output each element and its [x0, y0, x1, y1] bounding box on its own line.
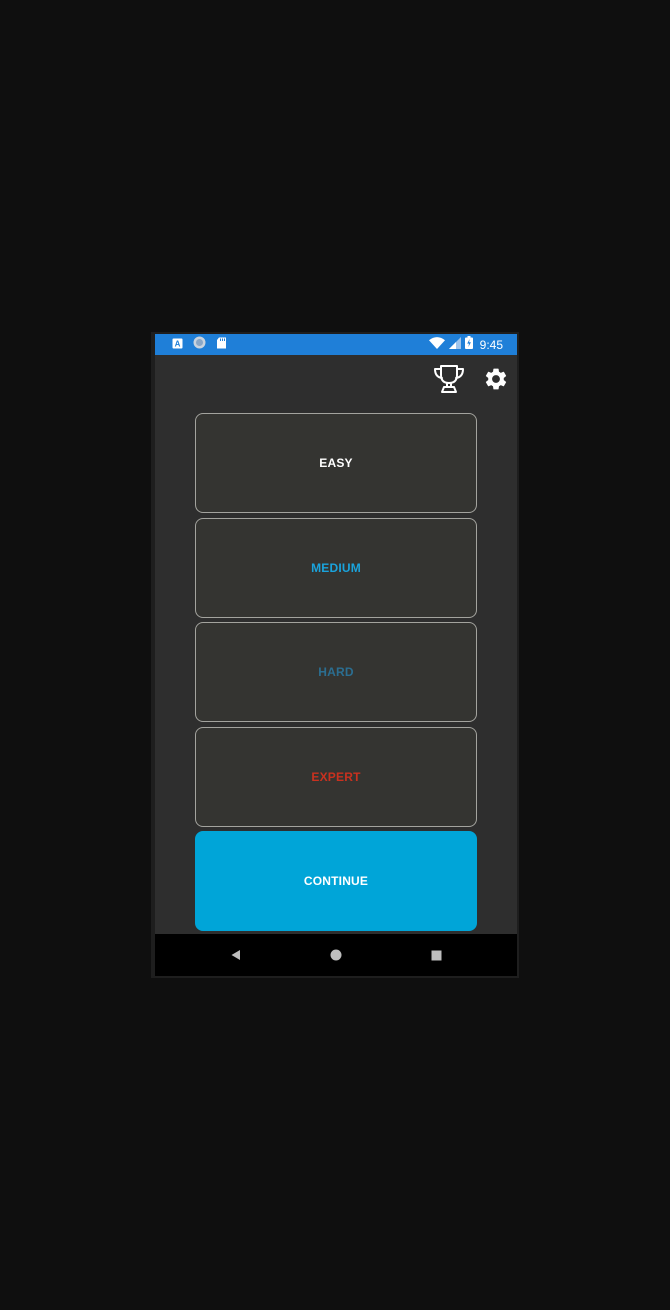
sd-card-icon [216, 336, 227, 354]
status-time: 9:45 [479, 337, 503, 352]
hard-label: HARD [318, 665, 354, 679]
status-system: 9:45 [428, 335, 517, 354]
easy-label: EASY [319, 456, 353, 470]
back-icon[interactable] [186, 934, 286, 976]
medium-label: MEDIUM [311, 560, 361, 575]
home-icon[interactable] [286, 934, 386, 976]
continue-label: CONTINUE [303, 874, 369, 888]
difficulty-list: EASY MEDIUM HARD EXPERT CONTINUE [195, 413, 477, 936]
difficulty-expert-button[interactable]: EXPERT [195, 726, 477, 827]
recents-icon[interactable] [386, 934, 486, 976]
difficulty-medium-button[interactable]: MEDIUM [195, 517, 477, 618]
wifi-icon [428, 336, 445, 354]
svg-text:A: A [175, 339, 181, 348]
navigation-bar [155, 934, 517, 976]
trophy-icon[interactable] [433, 363, 465, 395]
difficulty-easy-button[interactable]: EASY [195, 413, 477, 513]
circle-notification-icon [193, 336, 206, 354]
difficulty-hard-button[interactable]: HARD [195, 622, 477, 722]
continue-button[interactable]: CONTINUE [195, 831, 477, 931]
battery-charging-icon [464, 335, 473, 354]
a-notification-icon: A [172, 336, 183, 354]
status-bar: A 9:45 [155, 334, 517, 355]
app-screen: A 9:45 EASY MEDIUM HARD EXPERT CONTINUE [155, 334, 517, 976]
status-notifications: A [155, 336, 227, 354]
cell-signal-icon [448, 336, 461, 354]
gear-icon[interactable] [483, 366, 509, 392]
device-frame: A 9:45 EASY MEDIUM HARD EXPERT CONTINUE [151, 332, 519, 978]
expert-label: EXPERT [311, 769, 361, 784]
toolbar-actions [433, 363, 509, 395]
